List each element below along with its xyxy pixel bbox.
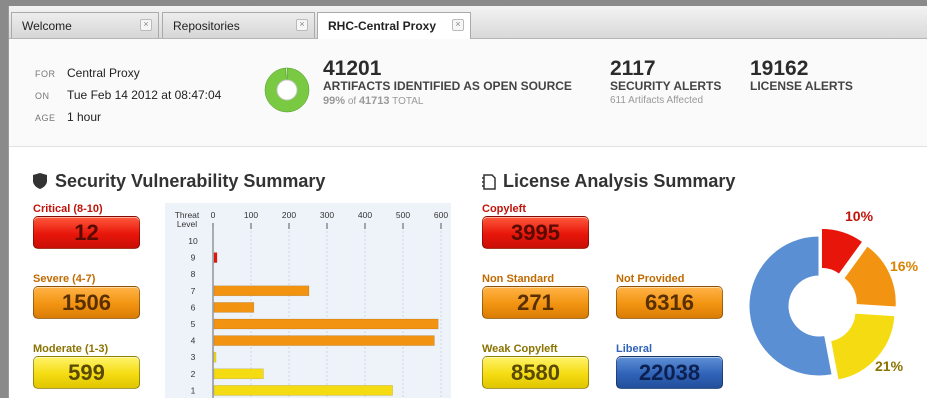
liberal-count-badge[interactable]: 22038 [616, 356, 723, 389]
bar [213, 335, 435, 346]
license-alerts-count: 19162 [750, 57, 809, 80]
critical-count-badge[interactable]: 12 [33, 216, 140, 249]
bar [213, 351, 217, 363]
report-age: AGE 1 hour [35, 110, 101, 124]
tab-label: Repositories [173, 19, 240, 33]
report-on: ON Tue Feb 14 2012 at 08:47:04 [35, 88, 221, 102]
artifacts-count: 41201 [323, 57, 382, 80]
bar [213, 368, 264, 380]
artifacts-total-line: 99% of 41713 TOTAL [323, 95, 423, 107]
security-section-title: Security Vulnerability Summary [55, 171, 326, 191]
pie-slice [748, 235, 833, 377]
x-tick-label: 200 [282, 210, 296, 220]
y-tick-label: 8 [191, 269, 196, 279]
document-icon [482, 174, 496, 190]
copyleft-count-badge[interactable]: 3995 [482, 216, 589, 249]
artifacts-pct: 99% [323, 95, 346, 107]
on-key: ON [35, 91, 50, 101]
close-icon[interactable]: × [452, 19, 464, 31]
weak-copyleft-label: Weak Copyleft [482, 343, 558, 355]
y-tick-label: 5 [191, 319, 196, 329]
artifacts-label: ARTIFACTS IDENTIFIED AS OPEN SOURCE [323, 79, 572, 93]
y-tick-label: 2 [191, 369, 196, 379]
pie-label-nonstandard: 16% [890, 258, 919, 274]
y-tick-label: 4 [191, 336, 196, 346]
x-tick-label: 100 [244, 210, 258, 220]
bar [213, 302, 255, 313]
pie-label-weak: 21% [875, 358, 904, 374]
copyleft-label: Copyleft [482, 203, 526, 215]
security-alerts-label: SECURITY ALERTS [610, 79, 722, 93]
artifacts-of: of [347, 96, 357, 107]
y-tick-label: 9 [191, 253, 196, 263]
shield-icon [33, 173, 47, 189]
nonstandard-label: Non Standard [482, 273, 555, 285]
security-alerts-sub: 611 Artifacts Affected [610, 95, 704, 106]
tab-rhc-central-proxy[interactable]: RHC-Central Proxy × [317, 12, 471, 39]
nonstandard-count-badge[interactable]: 271 [482, 286, 589, 319]
tab-welcome[interactable]: Welcome × [11, 12, 159, 38]
open-source-ratio-donut [264, 67, 310, 113]
report-header: FOR Central Proxy ON Tue Feb 14 2012 at 08… [9, 39, 927, 147]
close-icon[interactable]: × [296, 19, 308, 31]
license-section-title: License Analysis Summary [503, 171, 736, 191]
moderate-count-badge[interactable]: 599 [33, 356, 140, 389]
liberal-label: Liberal [616, 343, 653, 355]
x-tick-label: 300 [320, 210, 334, 220]
x-tick-label: 400 [358, 210, 372, 220]
bar [213, 385, 393, 396]
x-tick-label: 0 [211, 210, 216, 220]
y-tick-label: 3 [191, 352, 196, 362]
tab-bar: Welcome × Repositories × RHC-Central Pro… [9, 6, 927, 39]
y-tick-label: 1 [191, 385, 196, 395]
moderate-label: Moderate (1-3) [33, 343, 109, 355]
app-window: Welcome × Repositories × RHC-Central Pro… [8, 6, 927, 398]
artifacts-total: 41713 [358, 95, 390, 107]
bar [213, 285, 310, 297]
on-value: Tue Feb 14 2012 at 08:47:04 [67, 88, 222, 102]
severe-count-badge[interactable]: 1506 [33, 286, 140, 319]
threat-level-chart-svg: ThreatLevel0 100 200 300 400 500 6001098765432… [175, 210, 448, 398]
for-value: Central Proxy [67, 66, 140, 80]
y-tick-label: 10 [188, 236, 198, 246]
report-for: FOR Central Proxy [35, 66, 140, 80]
y-axis-title: Level [177, 219, 197, 229]
for-key: FOR [35, 69, 56, 79]
bar [213, 252, 218, 263]
tab-label: RHC-Central Proxy [328, 19, 437, 33]
y-tick-label: 6 [191, 302, 196, 312]
y-tick-label: 7 [191, 286, 196, 296]
age-key: AGE [35, 113, 56, 123]
close-icon[interactable]: × [140, 19, 152, 31]
bar [213, 318, 439, 330]
license-alerts-label: LICENSE ALERTS [750, 79, 853, 93]
critical-label: Critical (8-10) [33, 203, 103, 215]
x-tick-label: 500 [396, 210, 410, 220]
tab-label: Welcome [22, 19, 72, 33]
weak-copyleft-count-badge[interactable]: 8580 [482, 356, 589, 389]
x-tick-label: 600 [434, 210, 448, 220]
notprovided-count-badge[interactable]: 6316 [616, 286, 723, 319]
security-alerts-count: 2117 [610, 57, 656, 80]
severe-label: Severe (4-7) [33, 273, 96, 285]
age-value: 1 hour [67, 110, 102, 124]
threat-level-bar-chart: Threat Level 0 100 200 300 400 500 600 10 9 8 7 6 5 4 3 2… [165, 203, 451, 398]
pie-label-copyleft: 10% [845, 208, 874, 224]
notprovided-label: Not Provided [616, 273, 685, 285]
tab-repositories[interactable]: Repositories × [162, 12, 315, 38]
artifacts-total-label: TOTAL [392, 96, 424, 107]
